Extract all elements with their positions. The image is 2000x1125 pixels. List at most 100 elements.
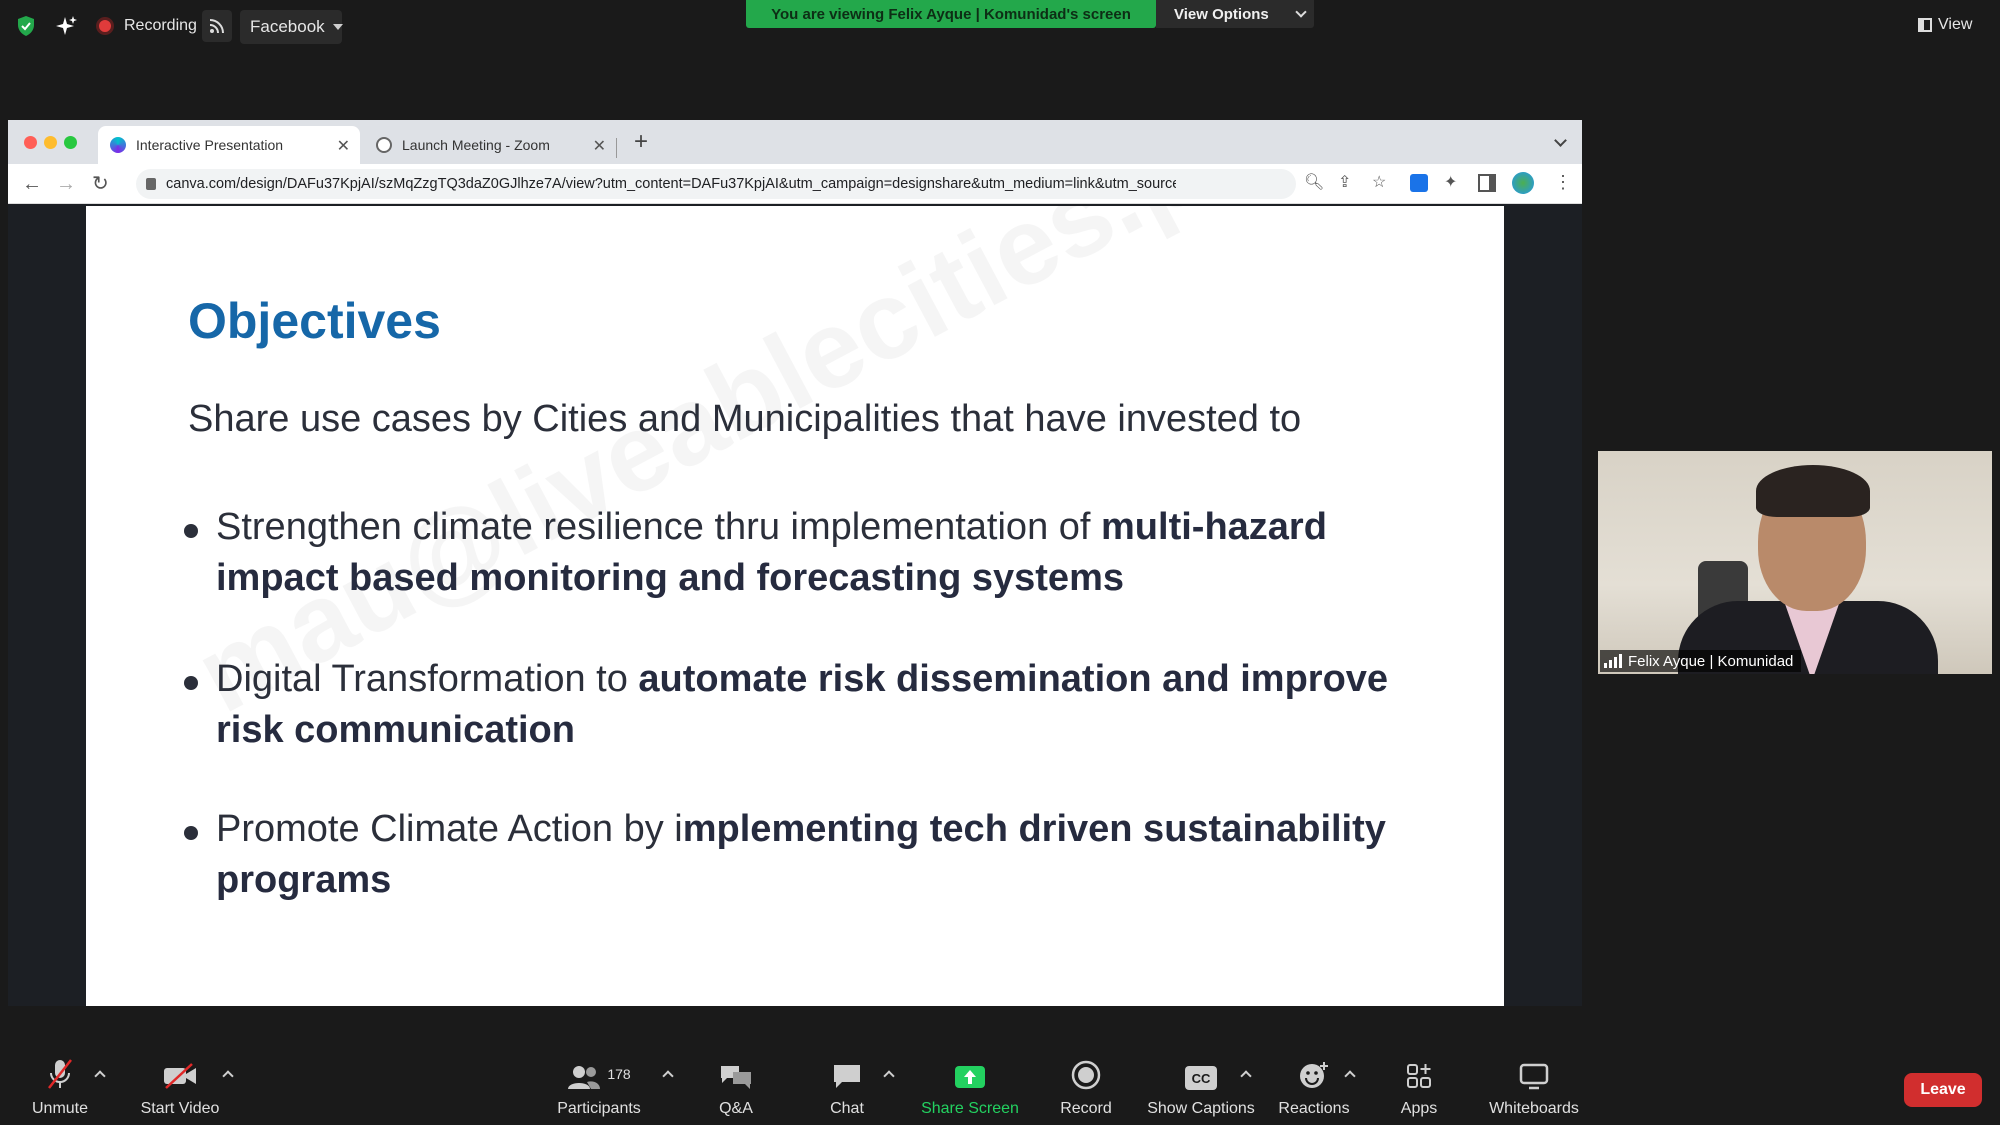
bullet-text: Promote Climate Action by i — [216, 808, 683, 850]
bullet-text: Strengthen climate resilience thru imple… — [216, 506, 1102, 548]
tab-title: Interactive Presentation — [136, 137, 284, 153]
signal-strength-icon — [1604, 654, 1622, 668]
share-screen-button[interactable]: Share Screen — [920, 1050, 1020, 1125]
stream-target-dropdown[interactable]: Facebook — [240, 10, 343, 44]
reactions-button[interactable]: Reactions — [1278, 1050, 1350, 1125]
tab-launch-meeting[interactable]: Launch Meeting - Zoom ✕ — [364, 126, 616, 164]
record-button[interactable]: Record — [1056, 1050, 1116, 1125]
bullet-dot-icon — [184, 676, 198, 690]
recording-indicator[interactable]: Recording — [96, 12, 197, 40]
start-video-button[interactable]: Start Video — [130, 1050, 230, 1125]
close-tab-icon[interactable]: ✕ — [337, 136, 350, 156]
url-text: canva.com/design/DAFu37KpjAI/szMqZzgTQ3d… — [166, 176, 1176, 192]
canva-favicon-icon — [110, 137, 126, 153]
whiteboards-button[interactable]: Whiteboards — [1486, 1050, 1582, 1125]
bullet-item: Strengthen climate resilience thru imple… — [184, 502, 1396, 604]
presentation-slide: mau@liveablecities.ph Objectives Share u… — [86, 206, 1504, 1006]
bullet-dot-icon — [184, 826, 198, 840]
whiteboard-icon — [1519, 1063, 1549, 1090]
browser-toolbar: ← → ↻ canva.com/design/DAFu37KpjAI/szMqZ… — [8, 164, 1582, 204]
share-screen-label: Share Screen — [921, 1100, 1019, 1117]
sparkle-icon[interactable] — [54, 14, 78, 38]
tab-title: Launch Meeting - Zoom — [402, 137, 550, 153]
reactions-smiley-icon — [1300, 1062, 1328, 1088]
recording-label: Recording — [124, 17, 197, 34]
apps-label: Apps — [1400, 1100, 1438, 1117]
close-tab-icon[interactable]: ✕ — [593, 136, 606, 156]
participant-video-tile[interactable]: Felix Ayque | Komunidad — [1598, 451, 1992, 674]
shared-screen: Interactive Presentation ✕ Launch Meetin… — [8, 120, 1582, 1006]
stream-target-label: Facebook — [250, 17, 325, 36]
view-options-button[interactable]: View Options — [1156, 0, 1314, 28]
live-stream-button[interactable] — [202, 10, 232, 42]
forward-arrow-icon[interactable]: → — [56, 174, 76, 194]
bookmark-star-icon[interactable]: ☆ — [1372, 172, 1386, 192]
new-tab-icon[interactable]: + — [634, 128, 648, 156]
extensions-puzzle-icon[interactable]: ✦ — [1444, 172, 1457, 192]
apps-button[interactable]: Apps — [1394, 1050, 1444, 1125]
participant-name-tag: Felix Ayque | Komunidad — [1600, 650, 1802, 672]
video-person-hair — [1756, 465, 1870, 517]
apps-grid-icon — [1407, 1064, 1431, 1088]
closed-captions-icon: CC — [1185, 1066, 1217, 1090]
record-label: Record — [1060, 1100, 1112, 1117]
participants-icon — [568, 1066, 601, 1089]
share-screen-arrow-icon — [955, 1066, 985, 1088]
globe-favicon-icon — [376, 137, 392, 153]
lock-icon — [146, 178, 156, 190]
chat-bubble-icon — [834, 1065, 860, 1088]
tab-divider — [616, 138, 617, 158]
chat-button[interactable]: Chat — [822, 1050, 872, 1125]
muted-microphone-icon — [48, 1059, 72, 1089]
qa-label: Q&A — [719, 1100, 753, 1117]
bullet-text: Digital Transformation to — [216, 658, 639, 700]
bullet-item: Digital Transformation to automate risk … — [184, 654, 1396, 756]
unmute-button[interactable]: Unmute — [20, 1050, 100, 1125]
chat-options-caret-icon[interactable] — [883, 1070, 895, 1082]
minimize-window-icon[interactable] — [44, 136, 57, 149]
meeting-controls: Unmute Start Video 178 Participants Q&A … — [0, 1050, 2000, 1125]
layout-icon — [1918, 18, 1932, 32]
participants-label: Participants — [557, 1100, 641, 1117]
unmute-label: Unmute — [31, 1100, 89, 1117]
record-icon — [1071, 1060, 1101, 1090]
zoom-top-bar: Recording Facebook You are viewing Felix… — [0, 0, 2000, 52]
chevron-down-icon — [1295, 6, 1307, 18]
bullet-item: Promote Climate Action by implementing t… — [184, 804, 1396, 906]
participant-count: 178 — [607, 1066, 631, 1082]
qa-bubbles-icon — [721, 1066, 751, 1089]
viewing-screen-banner: You are viewing Felix Ayque | Komunidad'… — [746, 0, 1156, 28]
captions-icon-text: CC — [1191, 1070, 1211, 1086]
side-panel-icon[interactable] — [1478, 174, 1496, 192]
qa-button[interactable]: Q&A — [712, 1050, 760, 1125]
browser-tab-bar: Interactive Presentation ✕ Launch Meetin… — [8, 120, 1582, 164]
bullet-dot-icon — [184, 524, 198, 538]
address-bar[interactable]: canva.com/design/DAFu37KpjAI/szMqZzgTQ3d… — [136, 169, 1296, 199]
participants-options-caret-icon[interactable] — [662, 1070, 674, 1082]
zoom-magnifier-icon[interactable]: 🔍︎ — [1304, 172, 1324, 192]
participant-name: Felix Ayque | Komunidad — [1628, 652, 1794, 670]
extension-trello-icon[interactable] — [1410, 174, 1428, 192]
show-captions-label: Show Captions — [1147, 1100, 1255, 1117]
close-window-icon[interactable] — [24, 136, 37, 149]
share-icon[interactable]: ⇪ — [1338, 172, 1351, 192]
tab-search-chevron-icon[interactable] — [1554, 134, 1567, 147]
rss-icon — [209, 19, 224, 34]
tab-interactive-presentation[interactable]: Interactive Presentation ✕ — [98, 126, 360, 164]
shield-icon[interactable] — [14, 14, 38, 38]
back-arrow-icon[interactable]: ← — [22, 174, 42, 194]
maximize-window-icon[interactable] — [64, 136, 77, 149]
view-label: View — [1938, 16, 1973, 33]
more-menu-icon[interactable]: ⋮ — [1554, 172, 1572, 193]
reactions-label: Reactions — [1278, 1100, 1350, 1117]
view-options-label: View Options — [1174, 5, 1269, 23]
reload-icon[interactable]: ↻ — [92, 174, 109, 194]
video-off-icon — [164, 1063, 196, 1089]
profile-avatar-icon[interactable] — [1512, 172, 1534, 194]
whiteboards-label: Whiteboards — [1489, 1100, 1579, 1117]
leave-button[interactable]: Leave — [1904, 1073, 1982, 1107]
participants-button[interactable]: 178 Participants — [548, 1050, 650, 1125]
show-captions-button[interactable]: CC Show Captions — [1147, 1050, 1255, 1125]
view-button[interactable]: View — [1918, 12, 1972, 38]
caret-down-icon — [332, 24, 343, 30]
